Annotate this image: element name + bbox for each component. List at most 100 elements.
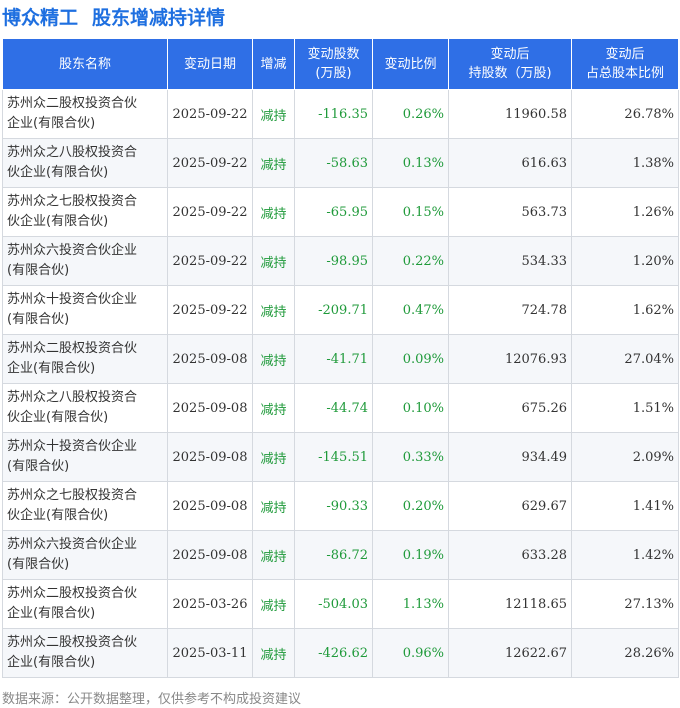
change-date: 2025-09-08	[167, 432, 253, 482]
change-direction: 减持	[252, 383, 295, 433]
after-percent: 2.09%	[571, 432, 679, 482]
change-shares: -145.51	[294, 432, 373, 482]
shareholder-change-table: 股东名称 变动日期 增减 变动股数 (万股) 变动比例 变动后 持股数（万股) 变动…	[2, 38, 679, 678]
table-row: 苏州众之七股权投资合 伙企业(有限合伙) 2025-09-08 减持 -90.33 0.2…	[2, 481, 679, 531]
header-direction: 增减	[252, 38, 295, 90]
shareholder-name: 苏州众二股权投资合伙 企业(有限合伙)	[2, 89, 168, 139]
change-shares: -426.62	[294, 628, 373, 678]
shareholder-name: 苏州众十投资合伙企业 (有限合伙)	[2, 285, 168, 335]
change-direction: 减持	[252, 89, 295, 139]
change-ratio: 0.09%	[372, 334, 449, 384]
change-shares: -58.63	[294, 138, 373, 188]
after-percent: 1.62%	[571, 285, 679, 335]
after-percent: 27.04%	[571, 334, 679, 384]
change-ratio: 1.13%	[372, 579, 449, 629]
shareholder-name: 苏州众十投资合伙企业 (有限合伙)	[2, 432, 168, 482]
change-date: 2025-09-08	[167, 530, 253, 580]
after-holding: 12076.93	[448, 334, 572, 384]
shareholder-name: 苏州众六投资合伙企业 (有限合伙)	[2, 236, 168, 286]
shareholder-name: 苏州众之七股权投资合 伙企业(有限合伙)	[2, 481, 168, 531]
change-date: 2025-09-22	[167, 236, 253, 286]
shareholder-name: 苏州众之八股权投资合 伙企业(有限合伙)	[2, 138, 168, 188]
change-direction: 减持	[252, 138, 295, 188]
after-holding: 934.49	[448, 432, 572, 482]
after-percent: 1.20%	[571, 236, 679, 286]
header-after-pct: 变动后 占总股本比例	[571, 38, 679, 90]
after-holding: 724.78	[448, 285, 572, 335]
table-row: 苏州众之八股权投资合 伙企业(有限合伙) 2025-09-22 减持 -58.63 0.1…	[2, 138, 679, 188]
shareholder-name: 苏州众之七股权投资合 伙企业(有限合伙)	[2, 187, 168, 237]
table-row: 苏州众二股权投资合伙 企业(有限合伙) 2025-09-22 减持 -116.35 0.2…	[2, 89, 679, 139]
change-shares: -86.72	[294, 530, 373, 580]
after-holding: 563.73	[448, 187, 572, 237]
header-shares: 变动股数 (万股)	[294, 38, 373, 90]
table-header-row: 股东名称 变动日期 增减 变动股数 (万股) 变动比例 变动后 持股数（万股) 变动…	[2, 38, 679, 90]
change-date: 2025-03-26	[167, 579, 253, 629]
shareholder-name: 苏州众之八股权投资合 伙企业(有限合伙)	[2, 383, 168, 433]
change-date: 2025-09-08	[167, 481, 253, 531]
change-direction: 减持	[252, 285, 295, 335]
table-row: 苏州众六投资合伙企业 (有限合伙) 2025-09-22 减持 -98.95 0.22% 5…	[2, 236, 679, 286]
change-ratio: 0.19%	[372, 530, 449, 580]
change-direction: 减持	[252, 628, 295, 678]
shareholder-name: 苏州众六投资合伙企业 (有限合伙)	[2, 530, 168, 580]
table-row: 苏州众之七股权投资合 伙企业(有限合伙) 2025-09-22 减持 -65.95 0.1…	[2, 187, 679, 237]
after-holding: 675.26	[448, 383, 572, 433]
after-holding: 11960.58	[448, 89, 572, 139]
change-shares: -209.71	[294, 285, 373, 335]
after-percent: 26.78%	[571, 89, 679, 139]
change-ratio: 0.33%	[372, 432, 449, 482]
change-shares: -41.71	[294, 334, 373, 384]
change-date: 2025-09-08	[167, 383, 253, 433]
change-shares: -116.35	[294, 89, 373, 139]
change-ratio: 0.15%	[372, 187, 449, 237]
page-title: 博众精工 股东增减持详情	[2, 0, 225, 32]
change-date: 2025-09-22	[167, 285, 253, 335]
table-row: 苏州众十投资合伙企业 (有限合伙) 2025-09-08 减持 -145.51 0.33%…	[2, 432, 679, 482]
change-date: 2025-03-11	[167, 628, 253, 678]
after-percent: 1.51%	[571, 383, 679, 433]
table-row: 苏州众二股权投资合伙 企业(有限合伙) 2025-03-11 减持 -426.62 0.9…	[2, 628, 679, 678]
after-holding: 534.33	[448, 236, 572, 286]
after-percent: 28.26%	[571, 628, 679, 678]
change-direction: 减持	[252, 481, 295, 531]
change-ratio: 0.20%	[372, 481, 449, 531]
after-holding: 12118.65	[448, 579, 572, 629]
change-date: 2025-09-22	[167, 89, 253, 139]
change-direction: 减持	[252, 432, 295, 482]
change-ratio: 0.96%	[372, 628, 449, 678]
change-ratio: 0.10%	[372, 383, 449, 433]
change-direction: 减持	[252, 334, 295, 384]
after-percent: 1.42%	[571, 530, 679, 580]
data-source-note: 数据来源：公开数据整理，仅供参考不构成投资建议	[2, 692, 302, 707]
header-date: 变动日期	[167, 38, 253, 90]
after-holding: 629.67	[448, 481, 572, 531]
table-row: 苏州众二股权投资合伙 企业(有限合伙) 2025-09-08 减持 -41.71 0.09…	[2, 334, 679, 384]
after-percent: 27.13%	[571, 579, 679, 629]
header-name: 股东名称	[2, 38, 168, 90]
change-shares: -44.74	[294, 383, 373, 433]
change-date: 2025-09-08	[167, 334, 253, 384]
after-holding: 12622.67	[448, 628, 572, 678]
shareholder-name: 苏州众二股权投资合伙 企业(有限合伙)	[2, 628, 168, 678]
after-percent: 1.41%	[571, 481, 679, 531]
change-shares: -65.95	[294, 187, 373, 237]
shareholder-name: 苏州众二股权投资合伙 企业(有限合伙)	[2, 579, 168, 629]
page-subtitle: 股东增减持详情	[92, 6, 226, 29]
table-row: 苏州众十投资合伙企业 (有限合伙) 2025-09-22 减持 -209.71 0.47%…	[2, 285, 679, 335]
change-date: 2025-09-22	[167, 187, 253, 237]
change-ratio: 0.22%	[372, 236, 449, 286]
change-date: 2025-09-22	[167, 138, 253, 188]
change-shares: -90.33	[294, 481, 373, 531]
table-row: 苏州众六投资合伙企业 (有限合伙) 2025-09-08 减持 -86.72 0.19% 6…	[2, 530, 679, 580]
company-name: 博众精工	[2, 6, 79, 29]
shareholder-name: 苏州众二股权投资合伙 企业(有限合伙)	[2, 334, 168, 384]
change-shares: -98.95	[294, 236, 373, 286]
after-percent: 1.26%	[571, 187, 679, 237]
header-after-hold: 变动后 持股数（万股)	[448, 38, 572, 90]
after-holding: 633.28	[448, 530, 572, 580]
after-percent: 1.38%	[571, 138, 679, 188]
change-direction: 减持	[252, 187, 295, 237]
change-ratio: 0.47%	[372, 285, 449, 335]
change-shares: -504.03	[294, 579, 373, 629]
